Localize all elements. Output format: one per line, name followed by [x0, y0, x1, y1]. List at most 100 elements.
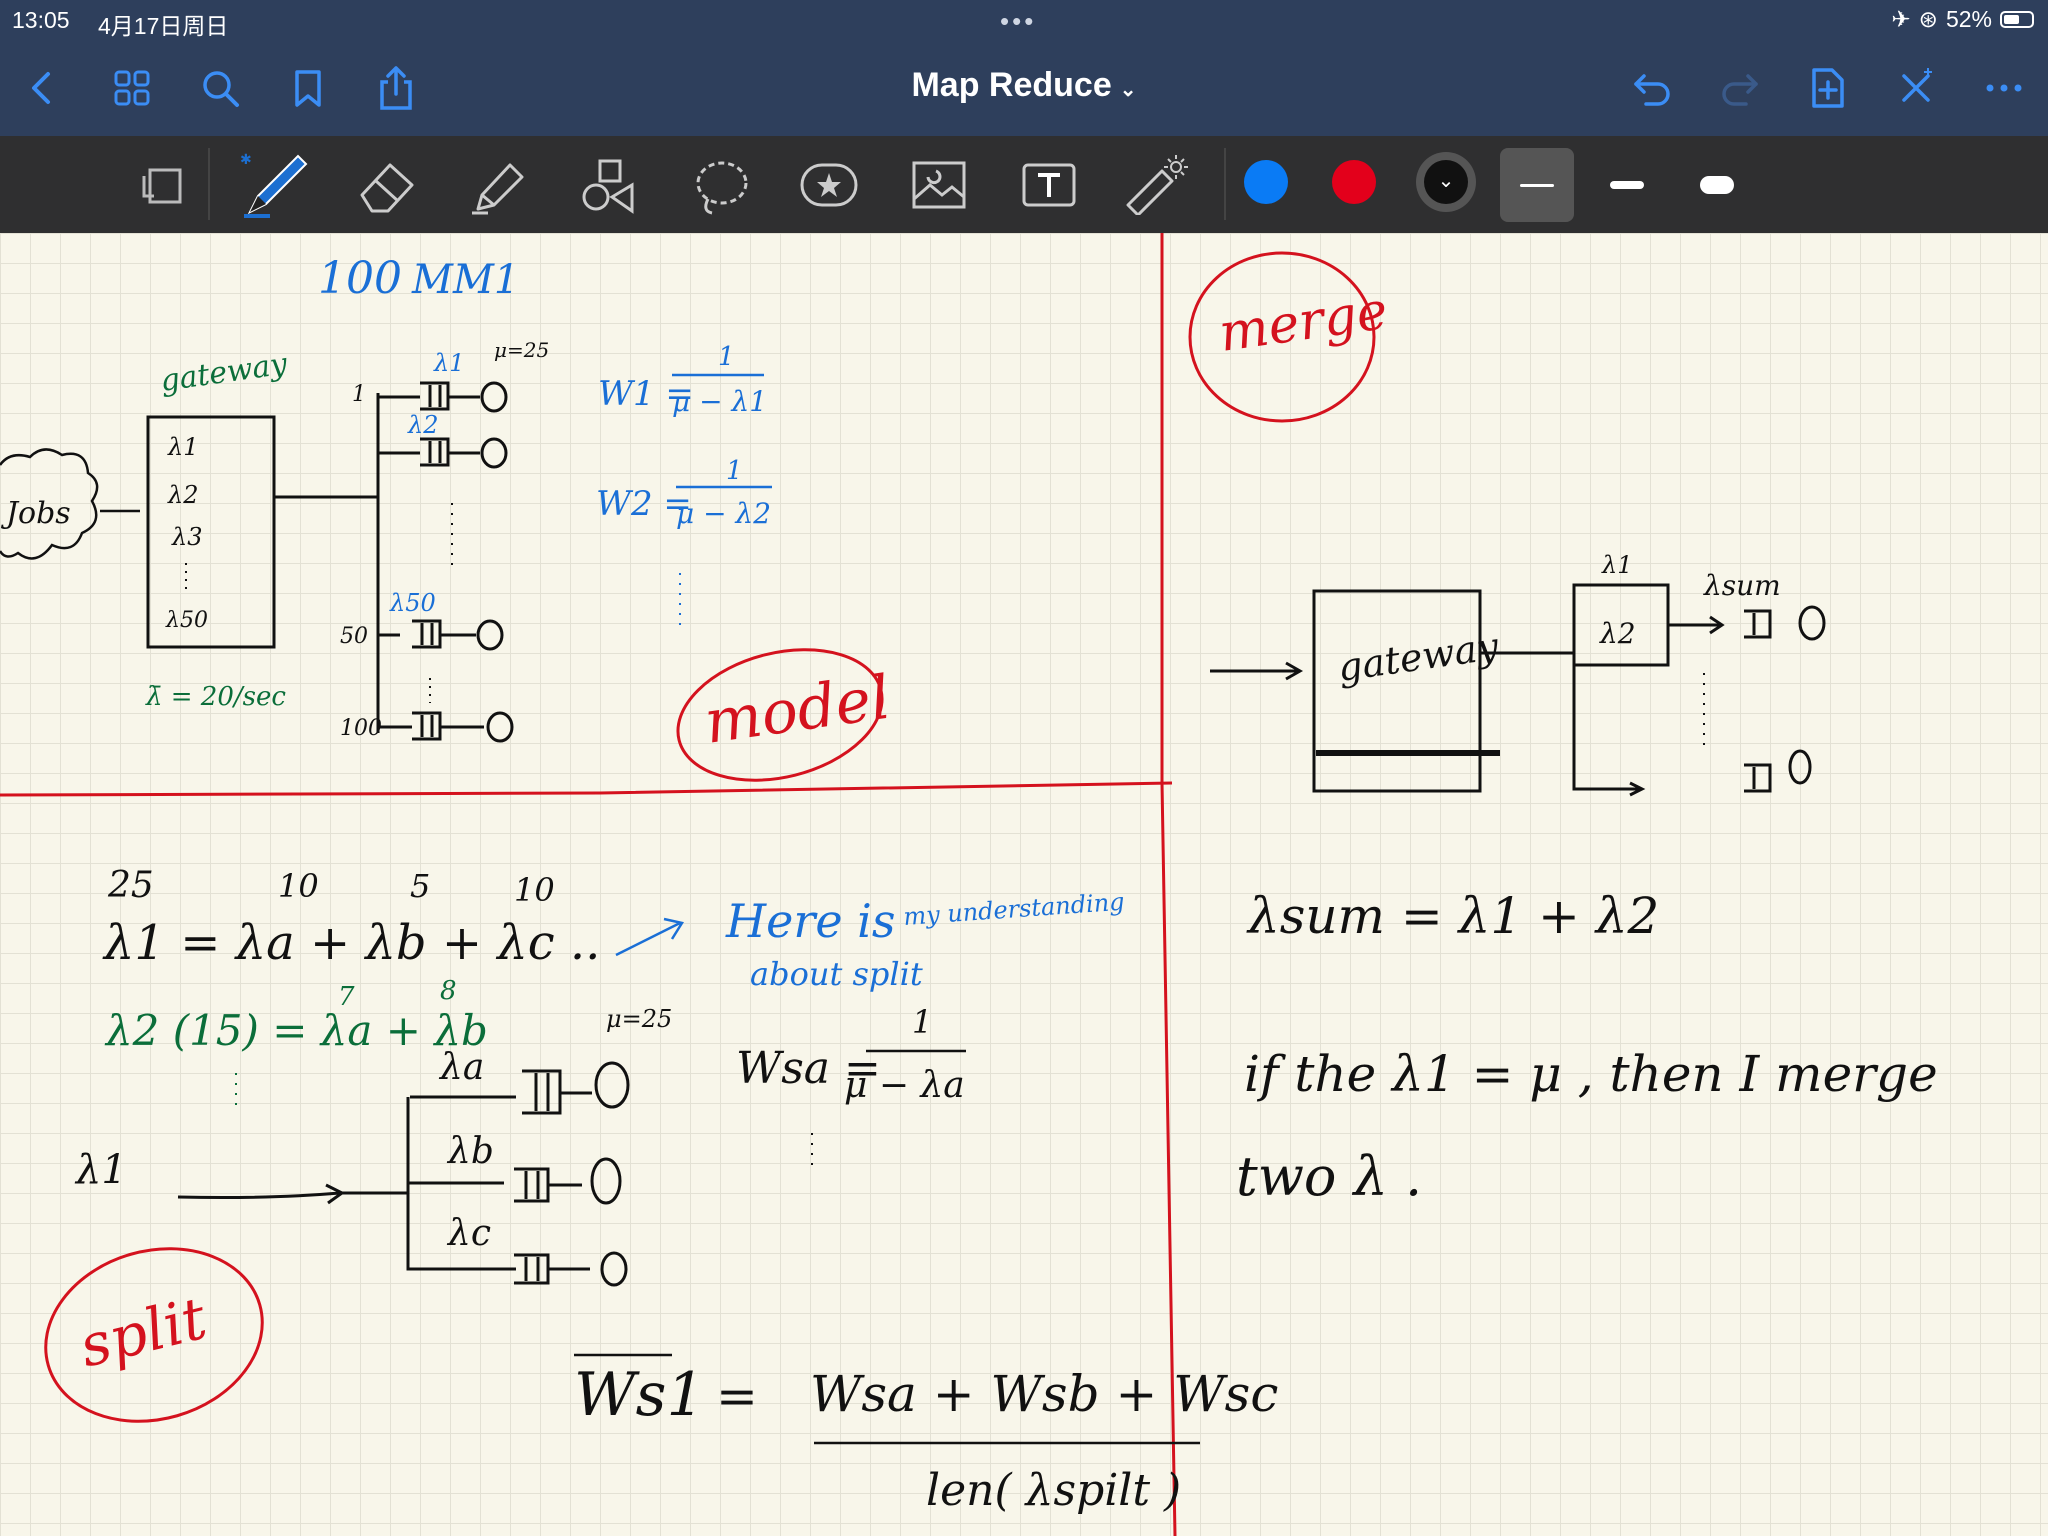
svg-text:✱: ✱ — [240, 152, 252, 168]
image-icon — [912, 161, 966, 209]
vertical-divider — [1160, 233, 1177, 1536]
highlighter-icon — [472, 163, 524, 215]
pen-icon: ✱ — [240, 152, 308, 218]
heading-100: 100 — [318, 253, 402, 304]
queue-lambda-50: λ50 — [389, 589, 436, 617]
lambda-2-equation: λ2 (15) = λa + λb — [104, 1006, 488, 1055]
wsa-numerator: 1 — [912, 1003, 932, 1041]
battery-icon — [2000, 11, 2034, 28]
index-1: 1 — [352, 382, 366, 407]
highlighter-tool-button[interactable] — [464, 150, 534, 220]
eraser-tool-button[interactable] — [352, 150, 422, 220]
queue-lambda-1: λ1 — [433, 349, 464, 377]
merge-rule-line-1: if the λ1 = μ , then I merge — [1244, 1045, 1938, 1103]
merge-rule-line-2: two λ . — [1236, 1145, 1422, 1208]
color-red-swatch[interactable] — [1332, 160, 1376, 204]
chevron-down-icon: ⌄ — [1424, 160, 1468, 204]
model-label: model — [700, 663, 894, 758]
merge-label: merge — [1215, 281, 1391, 364]
split-lambda-a: λa — [438, 1047, 484, 1088]
horizontal-divider — [0, 781, 1173, 797]
value-8: 8 — [440, 976, 457, 1006]
shapes-tool-button[interactable] — [574, 150, 644, 220]
bottom-left-section: 25 10 5 10 λ1 = λa + λb + λc .. Here is … — [44, 865, 1278, 1516]
redo-icon — [1722, 74, 1758, 106]
more-button[interactable] — [1978, 62, 2030, 114]
lambda-2: λ2 — [167, 481, 198, 509]
jobs-label: Jobs — [0, 496, 71, 531]
eraser-icon — [360, 163, 414, 213]
lambda-sum-label: λsum — [1703, 569, 1781, 602]
shapes-icon — [582, 159, 634, 214]
pen-tool-button[interactable]: ✱ — [240, 150, 310, 220]
text-tool-button[interactable] — [1014, 150, 1084, 220]
value-25: 25 — [107, 865, 154, 906]
merge-lambda-2: λ2 — [1599, 617, 1636, 650]
merge-queues — [1744, 605, 1826, 793]
about-split-label: about split — [750, 955, 923, 993]
color-black-swatch-selected[interactable]: ⌄ — [1416, 152, 1476, 212]
pointer-arrow — [615, 917, 684, 957]
sum-arrow — [1668, 615, 1725, 635]
lasso-icon — [696, 161, 748, 215]
thin-stroke-icon — [1520, 183, 1554, 187]
gateway-label: gateway — [158, 346, 290, 399]
ws1-numerator: Wsa + Wsb + Wsc — [810, 1365, 1278, 1423]
read-only-mode-button[interactable] — [130, 150, 200, 220]
add-page-icon — [1812, 68, 1844, 108]
top-left-section: 100 MM1 gateway Jobs λ1 λ2 λ3 λ50 1 50 1… — [0, 253, 894, 782]
ws1-label: Ws1 — [574, 1360, 705, 1430]
stroke-width-thick-button[interactable] — [1680, 148, 1754, 222]
here-is-label: Here is — [725, 894, 896, 948]
navigation-bar: Map Reduce ⌄ — [0, 40, 2048, 136]
medium-stroke-icon — [1610, 181, 1644, 189]
service-rate-mu: μ=25 — [494, 338, 549, 362]
split-queues — [514, 1061, 630, 1287]
value-10a: 10 — [278, 867, 319, 905]
lambda-bar-rate: λ̄ = 20/sec — [145, 682, 286, 712]
redo-button[interactable] — [1714, 62, 1766, 114]
w2-denominator: μ − λ2 — [676, 497, 771, 530]
split-lambda-b: λb — [446, 1131, 494, 1172]
document-title-text: Map Reduce — [911, 66, 1112, 104]
multitasking-dots-icon[interactable]: ••• — [1000, 6, 1036, 37]
battery-level — [2004, 15, 2019, 24]
lambda-1: λ1 — [167, 433, 198, 461]
undo-button[interactable] — [1626, 62, 1678, 114]
split-label: split — [73, 1284, 214, 1381]
input-arrow — [1210, 661, 1304, 681]
star-sticker-icon — [800, 163, 858, 207]
chevron-down-icon: ⌄ — [1119, 79, 1137, 101]
lambda-sum-equation: λsum = λ1 + λ2 — [1246, 887, 1659, 945]
index-100: 100 — [340, 716, 382, 741]
lasso-tool-button[interactable] — [686, 150, 756, 220]
bottom-right-section: λsum = λ1 + λ2 if the λ1 = μ , then I me… — [1236, 887, 1938, 1208]
image-tool-button[interactable] — [904, 150, 974, 220]
w1-numerator: 1 — [718, 342, 735, 372]
note-canvas[interactable]: 100 MM1 gateway Jobs λ1 λ2 λ3 λ50 1 50 1… — [0, 233, 2048, 1536]
orientation-lock-icon: ⊛ — [1918, 6, 1938, 32]
drawing-toolbar: ✱ ⌄ — [0, 136, 2048, 233]
ws1-equals: = — [716, 1367, 758, 1425]
split-input-lambda: λ1 — [74, 1147, 127, 1193]
wsa-denominator: μ − λa — [844, 1065, 965, 1106]
dispatch-bus — [274, 393, 380, 733]
w2-numerator: 1 — [726, 456, 743, 486]
toolbar-divider — [208, 148, 210, 220]
handwriting-layer: 100 MM1 gateway Jobs λ1 λ2 λ3 λ50 1 50 1… — [0, 233, 1938, 1536]
stroke-width-medium-button[interactable] — [1590, 148, 1664, 222]
thick-stroke-icon — [1700, 176, 1734, 194]
sticker-tool-button[interactable] — [794, 150, 864, 220]
laser-pointer-button[interactable] — [1122, 150, 1192, 220]
add-page-button[interactable] — [1802, 62, 1854, 114]
split-input-arrow — [177, 1183, 345, 1205]
color-blue-swatch[interactable] — [1244, 160, 1288, 204]
status-right: ✈ ⊛ 52% — [1891, 6, 2034, 33]
stroke-width-thin-button[interactable] — [1500, 148, 1574, 222]
lambda-1-split-equation: λ1 = λa + λb + λc .. — [102, 915, 600, 971]
lambda-50: λ50 — [165, 608, 208, 633]
queue-lambda-2: λ2 — [407, 411, 438, 439]
split-lambda-c: λc — [446, 1213, 491, 1254]
tools-button[interactable] — [1890, 62, 1942, 114]
battery-percent: 52% — [1945, 6, 1992, 32]
